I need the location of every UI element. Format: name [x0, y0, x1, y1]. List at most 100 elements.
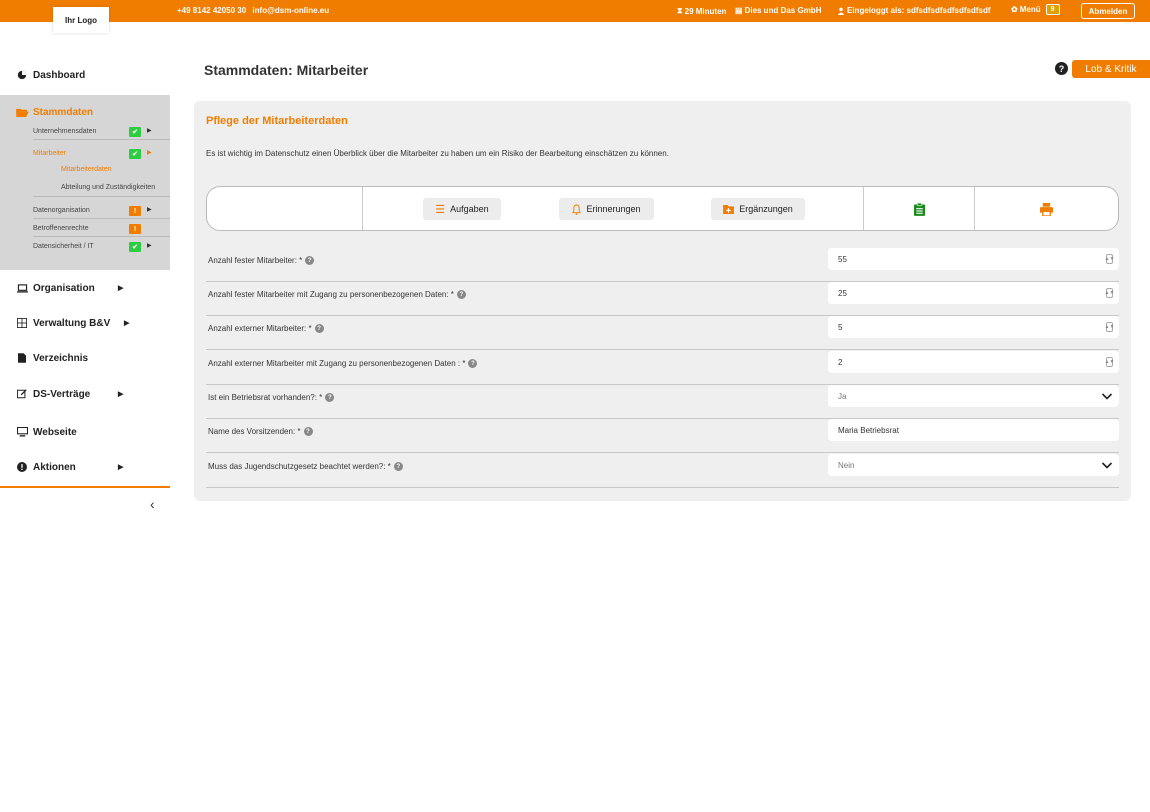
chairperson-input[interactable]: Maria Betriebsrat [828, 419, 1119, 441]
sidebar-sub-mitarbeiter[interactable]: Mitarbeiter ✔ ▶ [33, 145, 170, 162]
help-icon[interactable]: ? [1055, 62, 1068, 75]
help-icon[interactable]: ? [303, 427, 313, 436]
logout-button[interactable]: Abmelden [1081, 3, 1135, 19]
tasks-button[interactable]: ☰ Aufgaben [423, 198, 501, 220]
company-selector[interactable]: ▤ Dies und Das GmbH [735, 6, 821, 15]
file-icon [16, 352, 28, 364]
help-icon[interactable]: ? [305, 256, 315, 265]
employee-data-panel: Pflege der Mitarbeiterdaten Es ist wicht… [194, 101, 1131, 501]
sidebar-sub-unternehmensdaten[interactable]: Unternehmensdaten ✔ ▶ [33, 123, 170, 140]
youth-protection-select[interactable]: Nein [828, 454, 1119, 476]
additions-label: Ergänzungen [739, 204, 793, 214]
sidebar-sub-betroffenenrechte[interactable]: Betroffenenrechte ! [33, 220, 170, 237]
number-stepper-icon[interactable]: ▲▼ [1105, 254, 1114, 264]
pie-chart-icon [16, 69, 28, 81]
field-label: Muss das Jugendschutzgesetz beachtet wer… [208, 462, 403, 471]
caret-right-icon: ▶ [147, 150, 152, 156]
company-logo[interactable]: Ihr Logo [53, 7, 109, 33]
fixed-employees-access-input[interactable]: 25 ▲▼ [828, 282, 1119, 304]
logo-text: Ihr Logo [65, 15, 97, 25]
form-row-chairperson: Name des Vorsitzenden: * ? Maria Betrieb… [206, 419, 1119, 453]
session-timer-text: 29 Minuten [684, 6, 727, 16]
clipboard-icon[interactable] [912, 201, 926, 217]
company-name: Dies und Das GmbH [744, 6, 822, 15]
sidebar-subsub-abteilung[interactable]: Abteilung und Zuständigkeiten [61, 184, 155, 191]
sidebar-sub-datenorganisation[interactable]: Datenorganisation ! ▶ [33, 202, 170, 219]
panel-description: Es ist wichtig im Datenschutz einen Über… [206, 149, 669, 158]
email-link[interactable]: info@dsm-online.eu [252, 6, 329, 15]
sidebar-sub-label: Betroffenenrechte [33, 224, 89, 232]
check-icon: ✔ [129, 127, 141, 137]
action-toolbar: ☰ Aufgaben Erinnerungen Ergänzungen [206, 186, 1119, 231]
field-value: Nein [838, 460, 855, 470]
help-icon[interactable]: ? [456, 290, 466, 299]
toolbar-divider [863, 187, 864, 230]
field-value: 2 [838, 357, 843, 367]
phone-number[interactable]: +49 8142 42050 30 [177, 6, 246, 15]
feedback-button[interactable]: Lob & Kritik [1072, 60, 1150, 78]
help-icon[interactable]: ? [393, 462, 403, 471]
logged-in-user[interactable]: Eingeloggt als: sdfsdfsdfsdfsdfsdfsdf [837, 6, 991, 15]
help-icon[interactable]: ? [325, 393, 335, 402]
sidebar-sub-label: Mitarbeiter [33, 150, 67, 157]
sidebar-item-label: Verwaltung B&V [33, 317, 111, 329]
number-stepper-icon[interactable]: ▲▼ [1105, 357, 1114, 367]
field-label-text: Muss das Jugendschutzgesetz beachtet wer… [208, 462, 391, 471]
sidebar-sub-label: Datenorganisation [33, 206, 90, 214]
menu-button[interactable]: ✿ Menü 9 [1011, 4, 1060, 15]
external-employees-access-input[interactable]: 2 ▲▼ [828, 351, 1119, 373]
sidebar-item-verwaltung[interactable]: Verwaltung B&V ▶ [0, 306, 170, 340]
reminders-label: Erinnerungen [586, 204, 641, 214]
field-label-text: Ist ein Betriebsrat vorhanden?: * [208, 393, 323, 402]
external-employees-input[interactable]: 5 ▲▼ [828, 316, 1119, 338]
sidebar-item-organisation[interactable]: Organisation ▶ [0, 271, 170, 305]
help-icon[interactable]: ? [314, 324, 324, 333]
fixed-employees-input[interactable]: 55 ▲▼ [828, 248, 1119, 270]
print-icon[interactable] [1039, 201, 1053, 217]
form-row-works-council: Ist ein Betriebsrat vorhanden?: * ? Ja [206, 385, 1119, 419]
sidebar-item-dashboard[interactable]: Dashboard [0, 58, 170, 92]
form-row-youth-protection: Muss das Jugendschutzgesetz beachtet wer… [206, 454, 1119, 488]
works-council-select[interactable]: Ja [828, 385, 1119, 407]
top-bar: +49 8142 42050 30 info@dsm-online.eu ⧗ 2… [0, 0, 1150, 22]
folder-plus-icon [723, 204, 735, 214]
check-icon: ✔ [129, 149, 141, 159]
reminders-button[interactable]: Erinnerungen [559, 198, 654, 220]
help-icon[interactable]: ? [468, 359, 478, 368]
caret-right-icon: ▶ [124, 320, 130, 327]
sidebar-subsub-mitarbeiterdaten[interactable]: Mitarbeiterdaten [61, 166, 112, 173]
sidebar-divider [0, 486, 170, 488]
sidebar-item-label: Webseite [33, 426, 77, 438]
menu-count-badge: 9 [1045, 4, 1060, 15]
form-row-fixed-employees: Anzahl fester Mitarbeiter: * ? 55 ▲▼ [206, 248, 1119, 282]
field-label: Anzahl externer Mitarbeiter: * ? [208, 324, 324, 333]
sidebar-item-ds-vertraege[interactable]: DS-Verträge ▶ [0, 377, 170, 411]
field-value: 25 [838, 288, 847, 298]
sidebar-item-label: Verzeichnis [33, 352, 89, 364]
sidebar-sub-label: Datensicherheit / IT [33, 243, 94, 250]
page-title: Stammdaten: Mitarbeiter [204, 62, 369, 78]
sidebar-sub-datensicherheit[interactable]: Datensicherheit / IT ✔ ▶ [33, 238, 170, 255]
form-row-fixed-employees-access: Anzahl fester Mitarbeiter mit Zugang zu … [206, 282, 1119, 316]
field-label-text: Anzahl fester Mitarbeiter: * [208, 256, 303, 265]
number-stepper-icon[interactable]: ▲▼ [1105, 288, 1114, 298]
collapse-sidebar-icon[interactable]: ‹ [150, 496, 155, 512]
divider [33, 196, 170, 197]
task-list-icon: ☰ [435, 203, 446, 216]
sidebar-item-webseite[interactable]: Webseite [0, 415, 170, 449]
tasks-label: Aufgaben [450, 204, 489, 214]
chevron-down-icon [1101, 462, 1113, 469]
edit-icon [16, 388, 28, 400]
menu-label: Menü [1019, 5, 1041, 14]
sidebar-item-stammdaten[interactable]: Stammdaten [16, 107, 93, 118]
number-stepper-icon[interactable]: ▲▼ [1105, 322, 1114, 332]
gear-icon: ✿ [1011, 5, 1018, 14]
caret-right-icon: ▶ [118, 464, 124, 471]
table-icon [16, 317, 28, 329]
field-label: Anzahl fester Mitarbeiter: * ? [208, 256, 315, 265]
sidebar-item-verzeichnis[interactable]: Verzeichnis [0, 341, 170, 375]
field-label-text: Anzahl fester Mitarbeiter mit Zugang zu … [208, 290, 454, 299]
sidebar-item-aktionen[interactable]: Aktionen ▶ [0, 450, 170, 484]
check-icon: ✔ [129, 242, 141, 252]
additions-button[interactable]: Ergänzungen [711, 198, 805, 220]
